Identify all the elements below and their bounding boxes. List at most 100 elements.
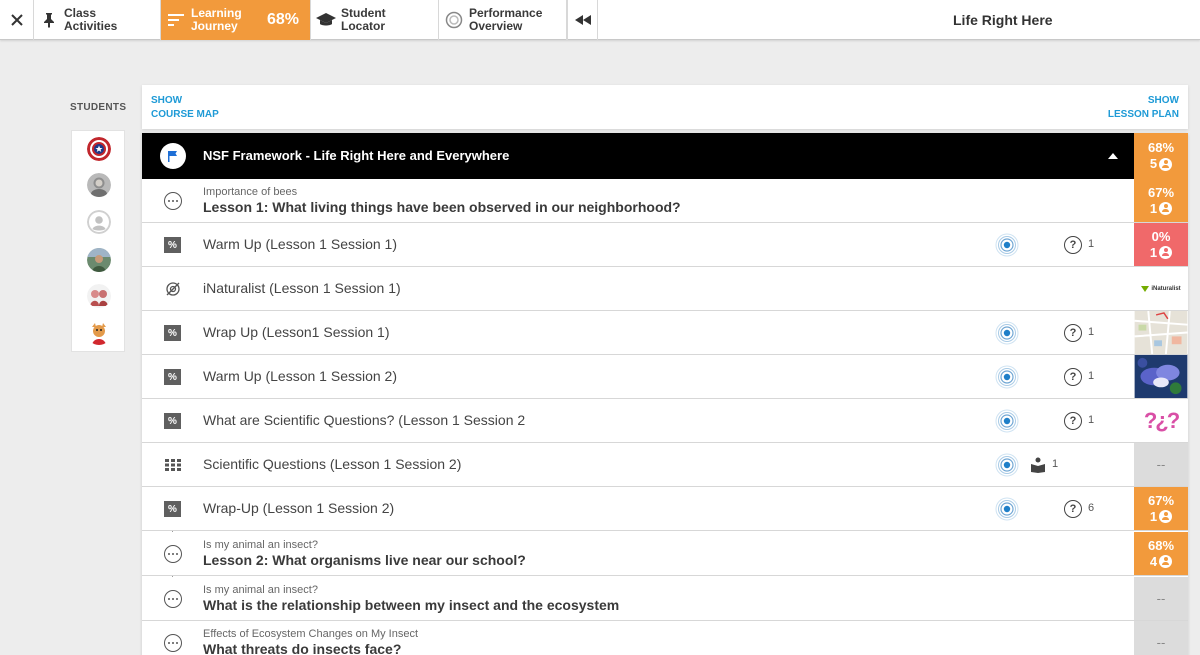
target-icon[interactable] [995,497,1019,521]
nav-class-activities-label-2: Activities [64,19,118,33]
collapse-nav-button[interactable] [567,0,598,40]
collapse-caret-icon[interactable] [1108,153,1118,159]
top-navigation: Class Activities Learning Journey 68% St… [0,0,1200,40]
target-icon[interactable] [995,321,1019,345]
activity-title: Wrap Up (Lesson1 Session 1) [203,324,390,340]
avatar-character[interactable] [87,321,111,345]
page-title: Life Right Here [953,12,1053,28]
activity-title: What are Scientific Questions? (Lesson 1… [203,412,526,428]
activity-thumbnail[interactable]: iNaturalist [1134,267,1188,310]
avatar-portrait[interactable] [87,173,111,197]
target-icon[interactable] [995,233,1019,257]
lesson-dots-icon [164,634,182,652]
activity-thumbnail[interactable] [1134,355,1188,398]
reading-icon [1031,457,1045,473]
resource-count: 1 [1052,458,1059,470]
lesson-score[interactable]: 67% 1 [1134,179,1188,222]
question-count: 1 [1088,370,1095,382]
score-percent: 67% [1147,184,1175,200]
activity-thumbnail[interactable]: ?¿? [1134,399,1188,442]
nav-locator-label-2: Locator [341,19,386,33]
show-course-map-link[interactable]: SHOW COURSE MAP [151,94,219,122]
no-target-icon [164,281,181,297]
question-icon: ? [1064,412,1082,430]
score-count: 1 [1149,244,1158,260]
question-count: 1 [1088,238,1095,250]
activity-row[interactable]: % Wrap Up (Lesson1 Session 1) ? 1 [142,311,1188,355]
activity-title: Wrap-Up (Lesson 1 Session 2) [203,500,395,516]
activity-title: Scientific Questions (Lesson 1 Session 2… [203,456,462,472]
nav-student-locator[interactable]: Student Locator [311,0,439,40]
lesson-row[interactable]: Effects of Ecosystem Changes on My Insec… [142,621,1188,655]
activity-row[interactable]: Scientific Questions (Lesson 1 Session 2… [142,443,1188,487]
lesson-row[interactable]: Is my animal an insect? Lesson 2: What o… [142,532,1188,576]
lesson-title: What is the relationship between my inse… [203,597,620,613]
flower-thumbnail-icon [1134,355,1188,398]
lesson-row[interactable]: Importance of bees Lesson 1: What living… [142,179,1188,223]
lesson-subtitle: Effects of Ecosystem Changes on My Insec… [203,628,419,640]
questions-thumb-text: ?¿? [1143,407,1180,433]
journey-lines-icon [161,14,191,26]
flag-icon [160,143,186,169]
question-count: 1 [1088,414,1095,426]
unit-score[interactable]: 68% 5 [1134,133,1188,179]
target-icon[interactable] [995,365,1019,389]
lesson-score-empty: -- [1134,621,1188,655]
question-icon: ? [1064,324,1082,342]
score-count: 1 [1149,508,1158,524]
question-icon: ? [1064,500,1082,518]
assessment-percent-icon: % [164,325,181,341]
unit-row[interactable]: NSF Framework - Life Right Here and Ever… [142,133,1188,179]
show-lesson-plan-l2: LESSON PLAN [1107,109,1179,120]
close-button[interactable] [0,0,34,40]
lesson-title: Lesson 1: What living things have been o… [203,199,681,215]
assessment-percent-icon: % [164,413,181,429]
user-icon [1159,246,1173,259]
show-lesson-plan-l1: SHOW [1147,95,1179,106]
assessment-percent-icon: % [164,369,181,385]
nav-perf-label-2: Overview [469,19,523,33]
show-course-map-l1: SHOW [151,95,183,106]
activity-title: iNaturalist (Lesson 1 Session 1) [203,280,401,296]
activity-row[interactable]: % What are Scientific Questions? (Lesson… [142,399,1188,443]
gauge-icon [439,11,469,29]
lesson-row[interactable]: Is my animal an insect? What is the rela… [142,577,1188,621]
avatar-shield[interactable] [87,137,111,161]
avatar-group[interactable] [87,284,111,308]
avatar-default[interactable] [87,210,111,234]
lesson-score[interactable]: 68% 4 [1134,532,1188,575]
nav-journey-label-2: Journey [191,19,238,33]
question-count: 1 [1088,326,1095,338]
question-count: 6 [1088,502,1095,514]
show-lesson-plan-link[interactable]: SHOW LESSON PLAN [1108,94,1179,122]
lesson-dots-icon [164,545,182,563]
avatar-photo[interactable] [87,248,111,272]
user-icon [1159,510,1173,523]
user-icon [1159,202,1173,215]
activity-score-empty: -- [1134,443,1188,486]
nav-performance-overview[interactable]: Performance Overview [439,0,567,40]
inaturalist-thumb-text: iNaturalist [1151,285,1181,292]
activity-score[interactable]: 67% 1 [1134,487,1188,530]
activity-row[interactable]: % Warm Up (Lesson 1 Session 2) ? 1 [142,355,1188,399]
activity-row[interactable]: % Warm Up (Lesson 1 Session 1) ? 1 0% 1 [142,223,1188,267]
activity-score[interactable]: 0% 1 [1134,223,1188,266]
assessment-percent-icon: % [164,237,181,253]
target-icon[interactable] [995,453,1019,477]
lesson-dots-icon [164,590,182,608]
nav-learning-journey[interactable]: Learning Journey 68% [161,0,311,40]
target-icon[interactable] [995,409,1019,433]
close-icon [10,14,23,26]
course-header-bar: SHOW COURSE MAP SHOW LESSON PLAN [142,85,1188,129]
grid-icon [164,457,181,473]
show-course-map-l2: COURSE MAP [151,109,219,120]
assessment-percent-icon: % [164,501,181,517]
lesson-subtitle: Importance of bees [203,186,298,198]
user-icon [1159,555,1173,568]
activity-row[interactable]: % Wrap-Up (Lesson 1 Session 2) ? 6 67% 1 [142,487,1188,531]
lesson-title: What threats do insects face? [203,641,402,655]
nav-class-activities[interactable]: Class Activities [34,0,161,40]
activity-row[interactable]: iNaturalist (Lesson 1 Session 1) iNatura… [142,267,1188,311]
activity-thumbnail[interactable] [1134,311,1188,354]
lesson-title: Lesson 2: What organisms live near our s… [203,552,526,568]
